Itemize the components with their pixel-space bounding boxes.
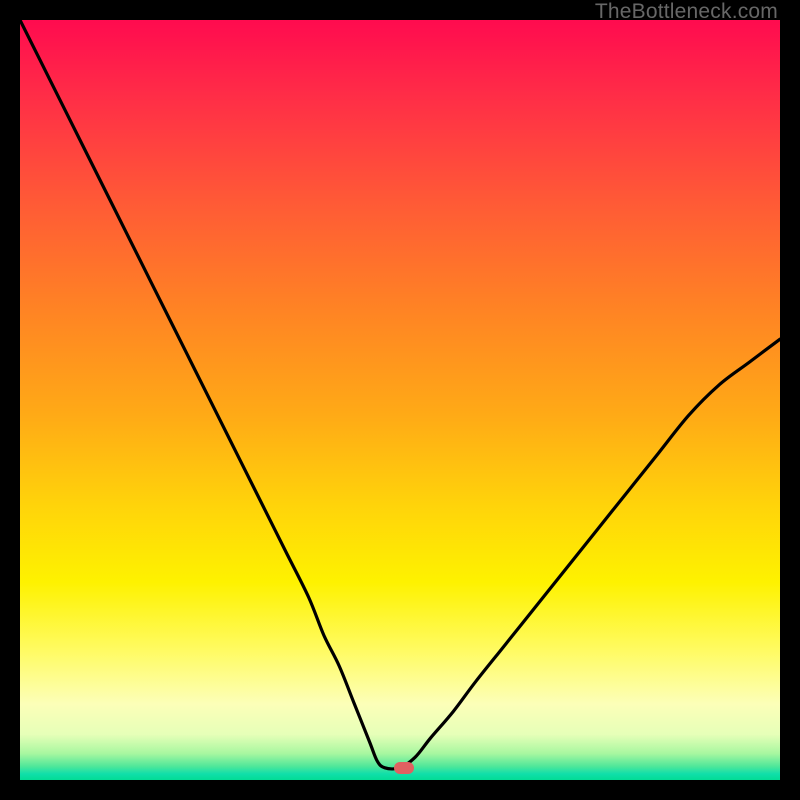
plot-area xyxy=(20,20,780,780)
bottleneck-curve xyxy=(20,20,780,780)
chart-frame: TheBottleneck.com xyxy=(0,0,800,800)
optimal-marker-pill xyxy=(394,762,414,774)
